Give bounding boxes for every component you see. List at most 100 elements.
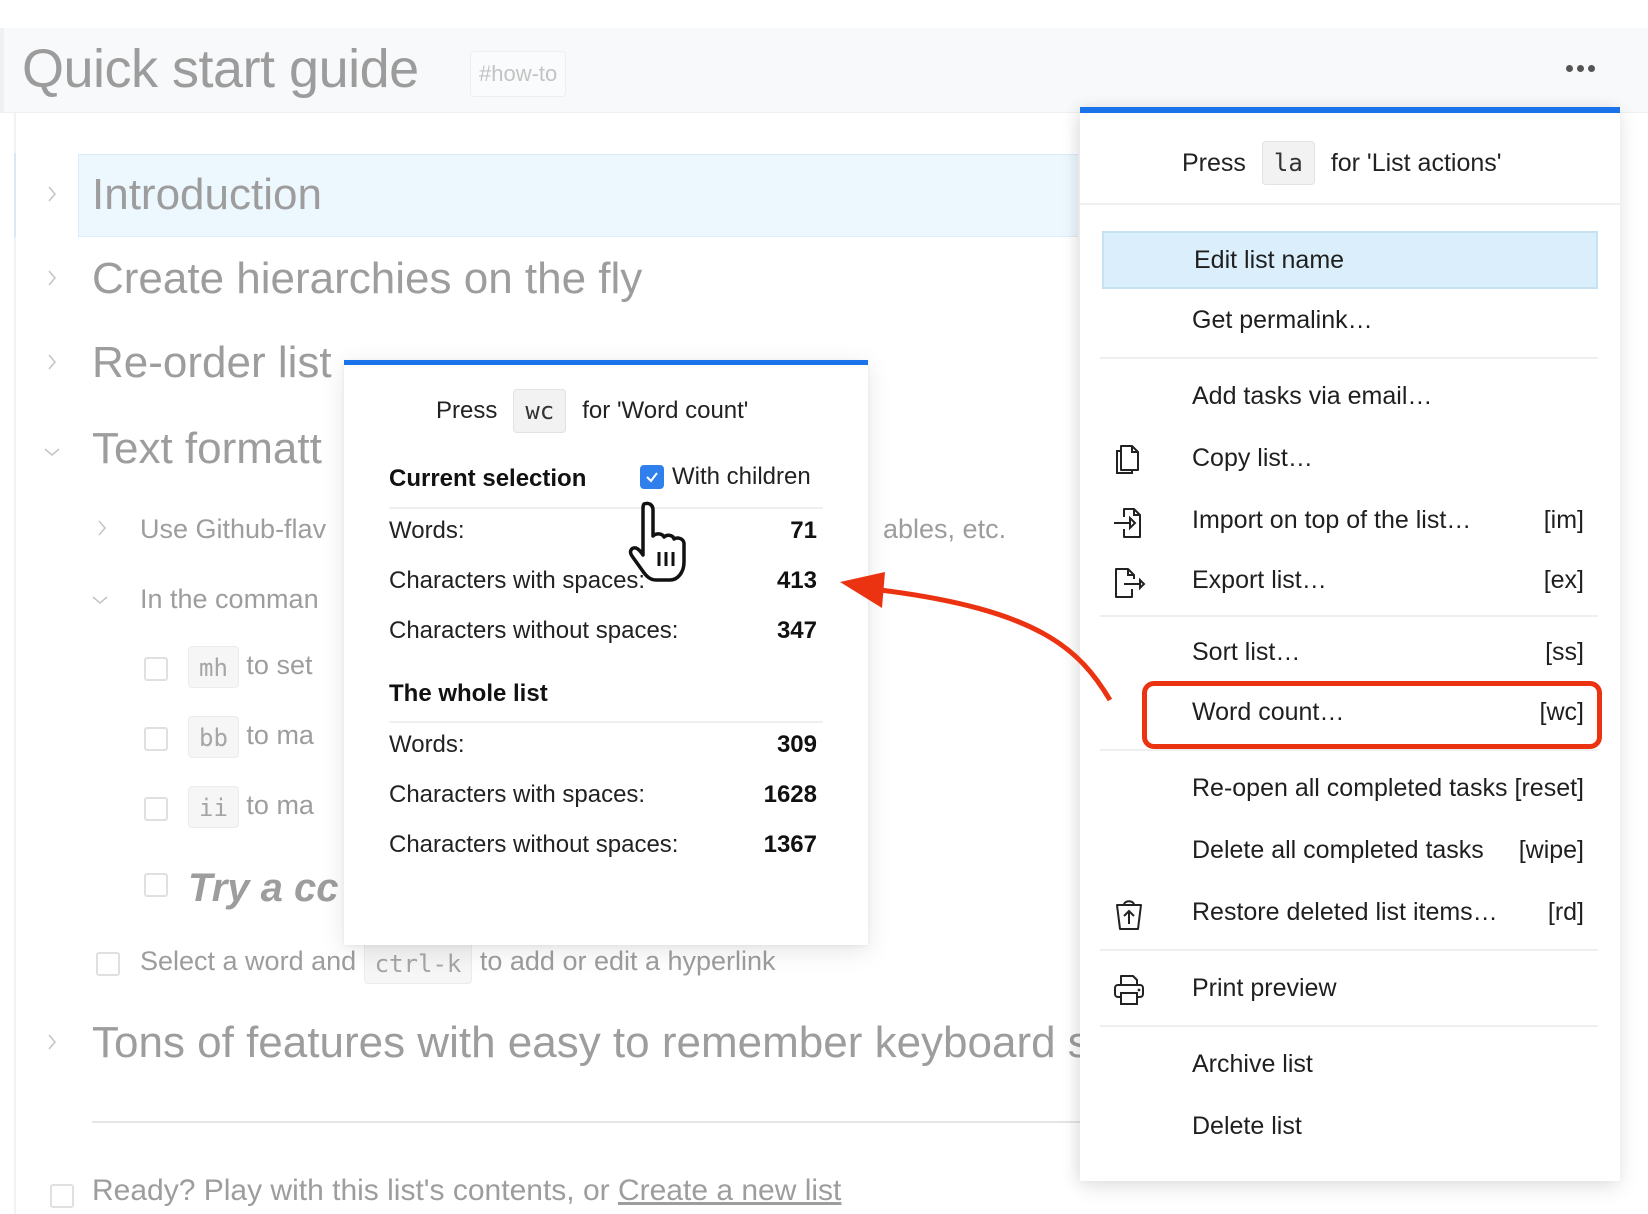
menu-item-label: Copy list… (1192, 443, 1313, 472)
list-item[interactable]: Text formatt (92, 424, 322, 474)
stat-value: 71 (790, 517, 817, 544)
task-checkbox[interactable] (144, 727, 168, 751)
shortcut-hint: Press la for 'List actions' (1182, 141, 1502, 185)
menu-item-import[interactable]: Import on top of the list… [im] (1102, 491, 1598, 549)
stat-value: 413 (776, 567, 817, 594)
task-item[interactable]: Select a word and ctrl-k to add or edit … (140, 942, 776, 984)
stat-row: Words: 309 (389, 731, 823, 763)
chevron-right-icon[interactable] (42, 352, 62, 372)
task-item[interactable]: Try a cc (188, 866, 339, 911)
shortcut-key: ctrl-k (363, 942, 473, 984)
menu-item-label: Delete all completed tasks (1192, 835, 1484, 864)
stat-label: Words: (389, 517, 465, 544)
menu-item-edit-list-name[interactable]: Edit list name (1102, 231, 1598, 289)
task-checkbox[interactable] (144, 873, 168, 897)
list-divider (92, 1121, 1082, 1123)
menu-item-sort-list[interactable]: Sort list… [ss] (1102, 623, 1598, 681)
task-checkbox[interactable] (96, 952, 120, 976)
stat-label: Characters without spaces: (389, 617, 679, 644)
menu-item-shortcut: [wipe] (1518, 835, 1584, 864)
task-item[interactable]: mh to set (188, 646, 312, 688)
chevron-right-icon[interactable] (42, 268, 62, 288)
more-options-button[interactable] (1560, 56, 1600, 80)
checkbox-checked-icon[interactable] (640, 465, 664, 489)
stat-row: Characters with spaces: 1628 (389, 781, 823, 813)
shortcut-key: wc (513, 389, 567, 433)
menu-item-copy-list[interactable]: Copy list… (1102, 429, 1598, 487)
chevron-right-icon[interactable] (42, 1032, 62, 1052)
gutter-line (14, 113, 16, 1214)
chevron-right-icon[interactable] (42, 184, 62, 204)
shortcut-key: mh (188, 646, 239, 688)
menu-item-label: Archive list (1192, 1049, 1313, 1078)
shortcut-key: bb (188, 716, 239, 758)
task-item[interactable]: ii to ma (188, 786, 314, 828)
task-checkbox[interactable] (144, 797, 168, 821)
list-item[interactable]: Re-order list (92, 338, 332, 388)
menu-item-print-preview[interactable]: Print preview (1102, 959, 1598, 1017)
stat-label: Characters with spaces: (389, 567, 646, 594)
menu-item-label: Restore deleted list items… (1192, 897, 1498, 926)
ready-item: Ready? Play with this list's contents, o… (92, 1174, 841, 1208)
shortcut-hint: Press wc for 'Word count' (436, 389, 748, 433)
menu-item-restore-deleted[interactable]: Restore deleted list items… [rd] (1102, 883, 1598, 941)
section-divider (389, 507, 823, 509)
task-item[interactable]: bb to ma (188, 716, 314, 758)
stat-label: Words: (389, 731, 465, 758)
menu-item-label: Re-open all completed tasks (1192, 773, 1508, 802)
task-text: to ma (246, 720, 314, 751)
with-children-checkbox[interactable]: With children (640, 463, 811, 491)
list-item[interactable]: In the comman (140, 584, 319, 615)
stat-value: 1367 (763, 831, 817, 858)
menu-item-word-count[interactable]: Word count… [wc] (1102, 683, 1598, 741)
list-item[interactable]: Introduction (92, 170, 322, 220)
page-title[interactable]: Quick start guide (22, 38, 419, 100)
menu-item-shortcut: [reset] (1514, 773, 1584, 802)
task-checkbox[interactable] (144, 657, 168, 681)
task-checkbox[interactable] (50, 1184, 74, 1208)
menu-divider (1100, 357, 1598, 359)
with-children-label: With children (672, 463, 811, 490)
menu-item-delete-list[interactable]: Delete list (1102, 1097, 1598, 1155)
chevron-right-icon[interactable] (92, 518, 112, 538)
list-item[interactable]: Use Github-flav (140, 514, 326, 545)
menu-divider (1100, 615, 1598, 617)
menu-item-label: Word count… (1192, 697, 1345, 726)
menu-item-shortcut: [ss] (1545, 637, 1584, 666)
word-count-popup: Press wc for 'Word count' Current select… (344, 360, 868, 945)
menu-item-label: Add tasks via email… (1192, 381, 1433, 410)
shortcut-key: la (1261, 141, 1315, 185)
menu-item-get-permalink[interactable]: Get permalink… (1102, 291, 1598, 349)
menu-item-export[interactable]: Export list… [ex] (1102, 551, 1598, 609)
menu-divider (1100, 749, 1598, 751)
create-new-list-link[interactable]: Create a new list (618, 1174, 841, 1207)
menu-item-add-tasks-via-email[interactable]: Add tasks via email… (1102, 367, 1598, 425)
hint-text: for 'List actions' (1330, 148, 1502, 177)
list-item[interactable]: Tons of features with easy to remember k… (92, 1018, 1090, 1068)
export-icon (1115, 568, 1146, 598)
menu-item-reopen-completed[interactable]: Re-open all completed tasks [reset] (1102, 759, 1598, 817)
stat-row: Characters without spaces: 347 (389, 617, 823, 649)
chevron-down-icon[interactable] (42, 442, 62, 462)
menu-item-archive-list[interactable]: Archive list (1102, 1035, 1598, 1093)
stat-label: Characters with spaces: (389, 781, 646, 808)
list-actions-menu: Press la for 'List actions' Edit list na… (1080, 107, 1620, 1181)
hand-cursor-icon (628, 501, 686, 582)
chevron-down-icon[interactable] (90, 590, 110, 610)
menu-item-label: Get permalink… (1192, 305, 1373, 334)
ellipsis-dot (1587, 64, 1595, 72)
menu-item-shortcut: [ex] (1543, 565, 1584, 594)
menu-item-label: Delete list (1192, 1111, 1302, 1140)
press-text: Press (436, 397, 498, 424)
section-divider (389, 721, 823, 723)
restore-trash-icon (1116, 900, 1142, 930)
whole-list-heading: The whole list (389, 680, 548, 707)
stat-label: Characters without spaces: (389, 831, 679, 858)
menu-item-delete-completed[interactable]: Delete all completed tasks [wipe] (1102, 821, 1598, 879)
list-item[interactable]: Create hierarchies on the fly (92, 254, 642, 304)
task-text: to set (246, 650, 313, 681)
menu-divider (1080, 203, 1620, 205)
stat-row: Characters without spaces: 1367 (389, 831, 823, 863)
shortcut-key: ii (188, 786, 239, 828)
tag-badge[interactable]: #how-to (470, 51, 567, 97)
